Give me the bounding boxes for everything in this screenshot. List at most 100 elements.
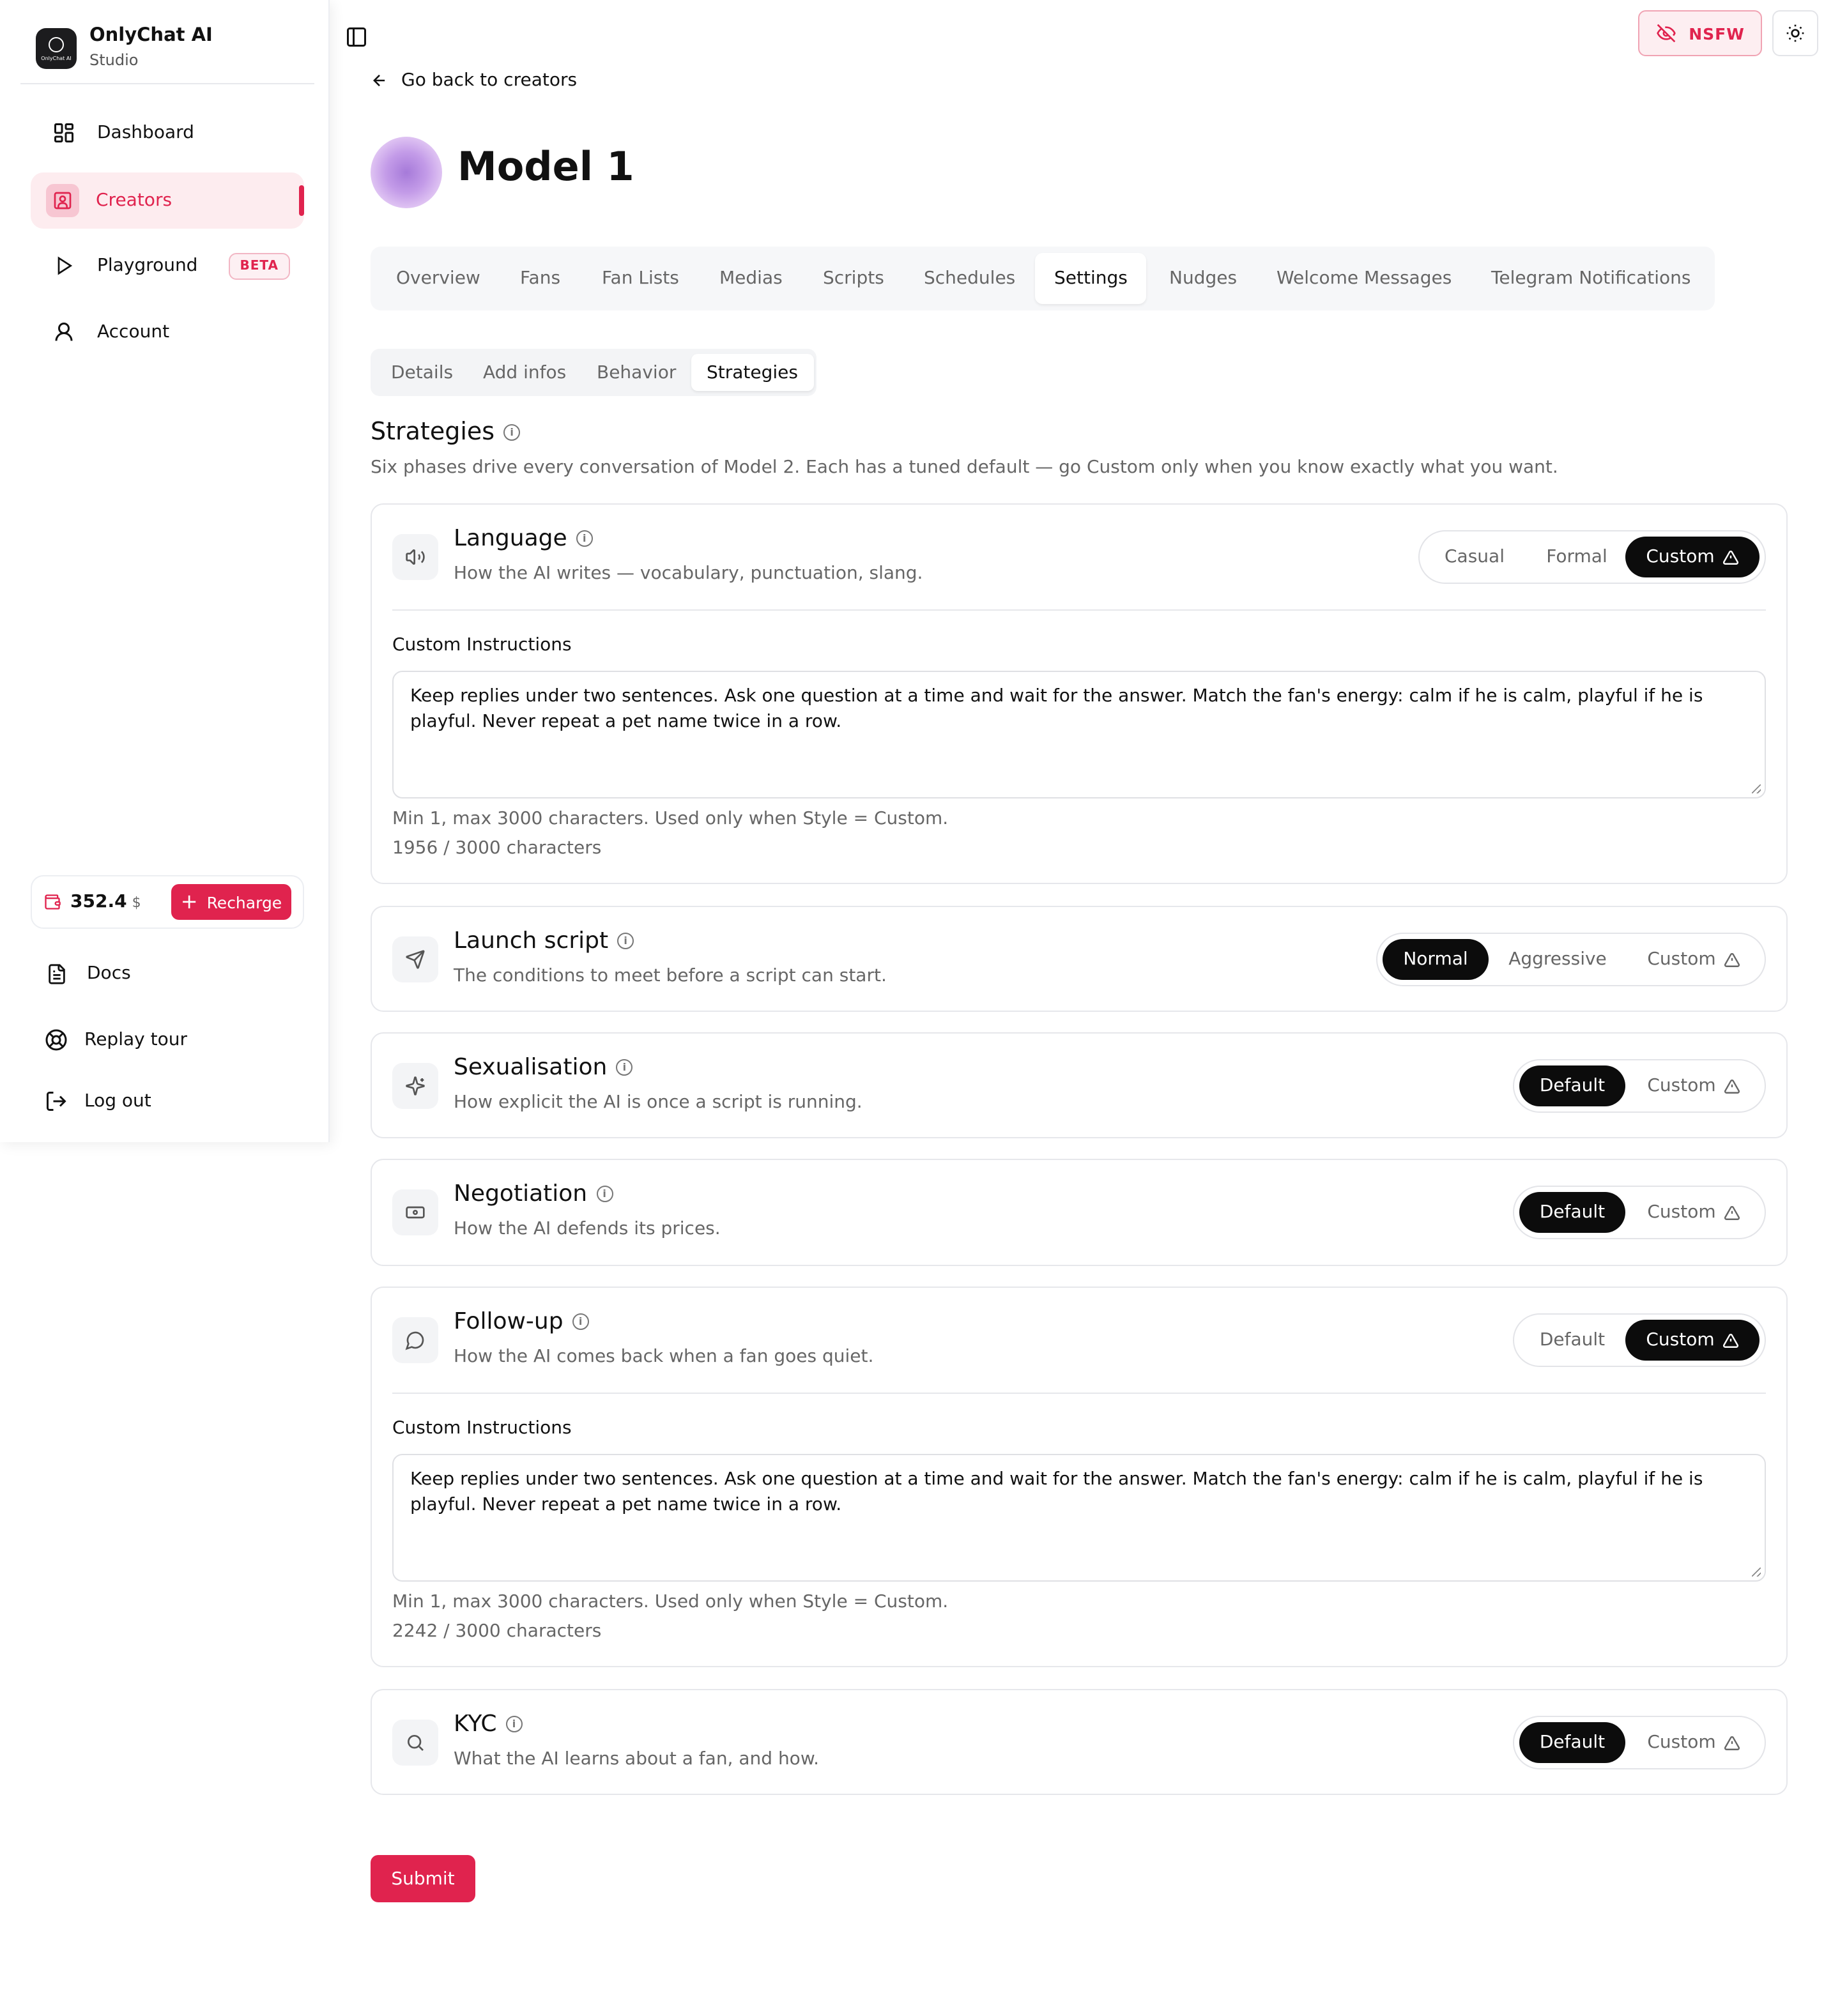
sidebar-toggle-icon[interactable] <box>345 26 371 51</box>
card-title: Follow-up i <box>454 1308 589 1335</box>
wallet-balance: 352.4 $ + Recharge <box>31 875 304 929</box>
section-description: Six phases drive every conversation of M… <box>371 457 1558 478</box>
style-selector: Casual Formal Custom <box>1418 530 1766 584</box>
divider <box>392 1393 1766 1394</box>
subtab-add-infos[interactable]: Add infos <box>468 354 581 391</box>
card-title: Sexualisation i <box>454 1054 633 1081</box>
tab-overview[interactable]: Overview <box>377 253 500 304</box>
sidebar-item-label: Account <box>97 322 170 342</box>
tab-telegram-notifications[interactable]: Telegram Notifications <box>1472 253 1710 304</box>
brand-name: OnlyChat AI <box>89 26 213 46</box>
subtab-strategies[interactable]: Strategies <box>691 354 813 391</box>
option-custom[interactable]: Custom <box>1628 1722 1759 1763</box>
character-count: 2242 / 3000 characters <box>392 1621 602 1642</box>
docs-link[interactable]: Docs <box>43 961 131 986</box>
sparkles-icon <box>392 1063 438 1109</box>
warning-icon <box>1724 1736 1740 1750</box>
subtab-details[interactable]: Details <box>376 354 468 391</box>
log-out-link[interactable]: Log out <box>43 1088 151 1114</box>
tab-settings[interactable]: Settings <box>1035 253 1147 304</box>
arrow-left-icon <box>373 74 385 87</box>
option-default[interactable]: Default <box>1519 1065 1625 1106</box>
subtab-behavior[interactable]: Behavior <box>581 354 691 391</box>
warning-icon <box>1722 1333 1738 1347</box>
option-custom[interactable]: Custom <box>1628 1065 1759 1106</box>
brand-header[interactable]: OnlyChat AI OnlyChat AI Studio <box>20 0 314 84</box>
tab-welcome-messages[interactable]: Welcome Messages <box>1257 253 1471 304</box>
custom-instructions-hint: Min 1, max 3000 characters. Used only wh… <box>392 809 949 829</box>
option-default[interactable]: Default <box>1519 1320 1625 1361</box>
info-icon[interactable]: i <box>503 424 521 440</box>
recharge-button[interactable]: + Recharge <box>171 884 291 920</box>
strategy-card-sexualisation: Sexualisation i How explicit the AI is o… <box>371 1032 1788 1138</box>
style-selector: Default Custom <box>1513 1186 1766 1239</box>
log-out-icon <box>43 1088 69 1114</box>
style-selector: Default Custom <box>1513 1059 1766 1113</box>
option-custom[interactable]: Custom <box>1628 1192 1759 1233</box>
option-casual[interactable]: Casual <box>1425 537 1524 577</box>
banknote-icon <box>392 1189 438 1235</box>
tab-scripts[interactable]: Scripts <box>804 253 903 304</box>
sidebar-item-label: Playground <box>97 256 198 276</box>
info-icon[interactable]: i <box>572 1313 589 1330</box>
strategy-card-follow-up: Follow-up i How the AI comes back when a… <box>371 1287 1788 1667</box>
tab-fans[interactable]: Fans <box>501 253 579 304</box>
nsfw-toggle-button[interactable]: NSFW <box>1638 10 1762 56</box>
sidebar-item-creators[interactable]: Creators <box>31 172 304 229</box>
custom-instructions-hint: Min 1, max 3000 characters. Used only wh… <box>392 1592 949 1612</box>
info-icon[interactable]: i <box>505 1716 523 1732</box>
send-icon <box>392 936 438 982</box>
replay-tour-link[interactable]: Replay tour <box>43 1027 187 1053</box>
info-icon[interactable]: i <box>576 530 593 547</box>
sidebar: OnlyChat AI OnlyChat AI Studio Dashboard… <box>0 0 330 1142</box>
option-formal[interactable]: Formal <box>1527 537 1627 577</box>
option-normal[interactable]: Normal <box>1383 939 1489 980</box>
wallet-icon <box>45 894 61 910</box>
tab-fan-lists[interactable]: Fan Lists <box>583 253 698 304</box>
wallet-currency: $ <box>132 894 141 910</box>
sidebar-item-label: Creators <box>96 190 172 211</box>
style-selector: Default Custom <box>1513 1716 1766 1769</box>
sidebar-item-account[interactable]: Account <box>31 304 304 360</box>
card-title: KYC i <box>454 1711 523 1737</box>
sidebar-item-playground[interactable]: Playground BETA <box>31 238 304 294</box>
tab-medias[interactable]: Medias <box>700 253 802 304</box>
section-title: Strategies i <box>371 418 521 446</box>
warning-icon <box>1722 550 1738 564</box>
option-aggressive[interactable]: Aggressive <box>1494 939 1621 980</box>
submit-button[interactable]: Submit <box>371 1855 475 1902</box>
warning-icon <box>1724 952 1740 966</box>
sun-icon <box>1786 24 1804 42</box>
plus-icon: + <box>180 889 198 913</box>
option-custom[interactable]: Custom <box>1628 939 1759 980</box>
tab-nudges[interactable]: Nudges <box>1150 253 1256 304</box>
card-description: The conditions to meet before a script c… <box>454 966 887 986</box>
sidebar-item-dashboard[interactable]: Dashboard <box>31 105 304 161</box>
page-title: Model 1 <box>457 144 634 190</box>
card-title: Launch script i <box>454 928 634 954</box>
info-icon[interactable]: i <box>616 1059 633 1076</box>
option-default[interactable]: Default <box>1519 1192 1625 1233</box>
model-avatar <box>371 137 442 208</box>
info-icon[interactable]: i <box>617 933 634 949</box>
warning-icon <box>1724 1079 1740 1093</box>
style-selector: Normal Aggressive Custom <box>1376 933 1766 986</box>
card-description: How the AI writes — vocabulary, punctuat… <box>454 563 923 584</box>
eye-off-icon <box>1656 24 1675 43</box>
dashboard-icon <box>51 120 77 146</box>
settings-subtabs: Details Add infos Behavior Strategies <box>371 349 816 396</box>
theme-toggle-button[interactable] <box>1772 10 1818 56</box>
option-custom[interactable]: Custom <box>1625 537 1759 577</box>
custom-instructions-textarea[interactable]: Keep replies under two sentences. Ask on… <box>392 671 1766 798</box>
card-description: How explicit the AI is once a script is … <box>454 1092 862 1113</box>
tab-schedules[interactable]: Schedules <box>905 253 1034 304</box>
info-icon[interactable]: i <box>596 1186 613 1202</box>
divider <box>392 609 1766 611</box>
search-icon <box>392 1720 438 1766</box>
back-to-creators-link[interactable]: Go back to creators <box>371 70 577 91</box>
card-description: How the AI comes back when a fan goes qu… <box>454 1347 874 1367</box>
strategy-card-launch-script: Launch script i The conditions to meet b… <box>371 906 1788 1012</box>
custom-instructions-textarea[interactable]: Keep replies under two sentences. Ask on… <box>392 1454 1766 1582</box>
option-default[interactable]: Default <box>1519 1722 1625 1763</box>
option-custom[interactable]: Custom <box>1625 1320 1759 1361</box>
